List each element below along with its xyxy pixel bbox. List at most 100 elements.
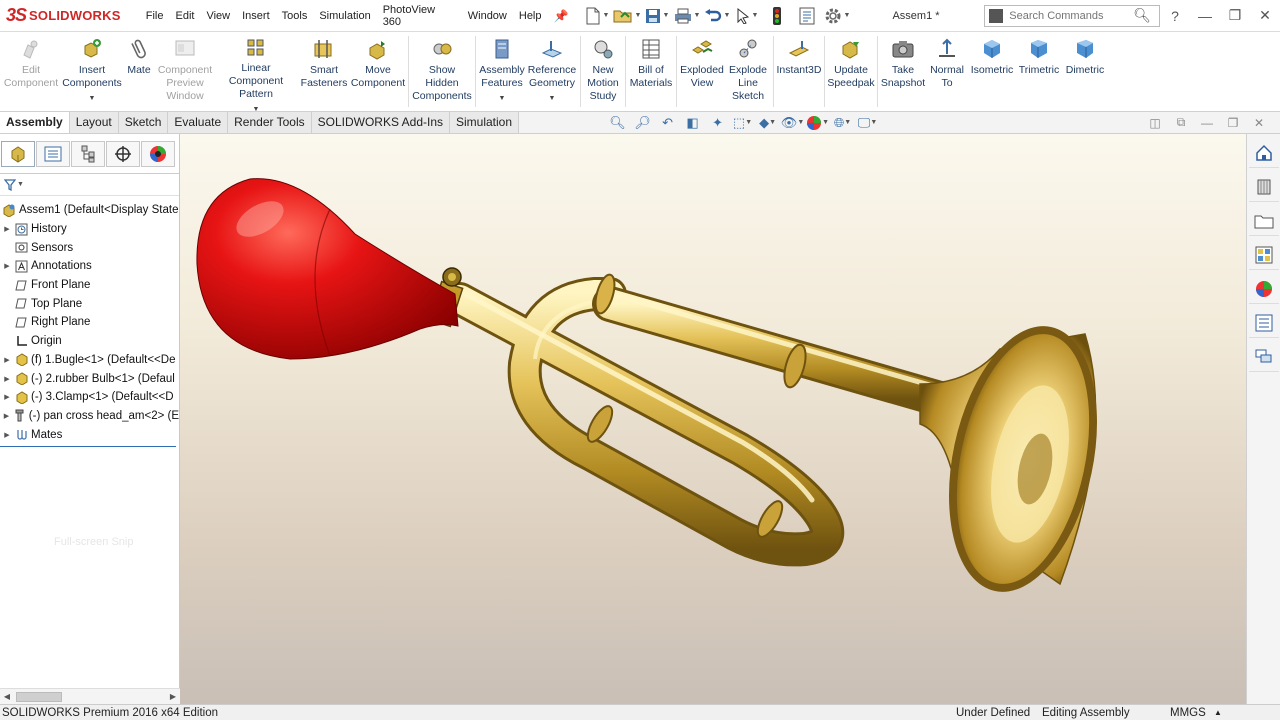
reference-geometry-dropdown-icon[interactable]: ▼ — [549, 92, 556, 105]
mate-button[interactable]: Mate — [122, 32, 156, 111]
edit-component-button[interactable]: Edit Component — [0, 32, 62, 111]
configuration-manager-tab[interactable] — [70, 140, 105, 167]
viewport-split-icon[interactable]: ◫ — [1142, 116, 1168, 130]
restore-icon[interactable]: ❐ — [1220, 7, 1250, 24]
solidworks-logo[interactable]: 3S SOLIDWORKS — [0, 0, 140, 32]
component-preview-button[interactable]: Component Preview Window — [156, 32, 214, 111]
zoom-to-area-button[interactable]: 🔎︎ — [630, 113, 655, 133]
tree-item-sensors[interactable]: Sensors — [0, 238, 179, 257]
tab-assembly[interactable]: Assembly — [0, 112, 70, 133]
menu-tools[interactable]: Tools — [276, 10, 314, 22]
graphics-area[interactable] — [180, 134, 1246, 704]
menu-edit[interactable]: Edit — [170, 10, 201, 22]
view-palette-tab[interactable] — [1249, 240, 1279, 270]
expand-arrow-icon[interactable]: ▶ — [2, 225, 12, 233]
previous-view-button[interactable]: ↶ — [655, 113, 680, 133]
menu-simulation[interactable]: Simulation — [313, 10, 376, 22]
tree-item-origin[interactable]: Origin — [0, 332, 179, 351]
search-input[interactable] — [1009, 9, 1130, 22]
tab-solidworks-add-ins[interactable]: SOLIDWORKS Add-Ins — [311, 112, 450, 133]
tab-simulation[interactable]: Simulation — [450, 112, 520, 133]
rebuild-button[interactable] — [762, 4, 792, 28]
menu-photoview[interactable]: PhotoView 360 — [377, 4, 462, 28]
display-style-button[interactable]: ◆ ▼ — [755, 113, 780, 133]
tree-item-front-plane[interactable]: Front Plane — [0, 276, 179, 295]
expand-arrow-icon[interactable]: ▶ — [2, 431, 12, 439]
expand-arrow-icon[interactable]: ▶ — [2, 356, 12, 364]
solidworks-resources-tab[interactable] — [1249, 138, 1279, 168]
move-component-button[interactable]: Move Component — [350, 32, 406, 111]
feature-manager-tab[interactable] — [0, 140, 35, 167]
tree-item-annotations[interactable]: ▶ Annotations — [0, 257, 179, 276]
new-motion-study-button[interactable]: New Motion Study — [583, 32, 623, 111]
instant3d-button[interactable]: Instant3D — [776, 32, 822, 111]
pin-icon[interactable]: 📌 — [554, 9, 569, 23]
minimize-icon[interactable]: — — [1190, 8, 1220, 24]
viewport-minimize-icon[interactable]: — — [1194, 116, 1220, 130]
dynamic-annotation-button[interactable]: ✦ — [705, 113, 730, 133]
units-caret-icon[interactable]: ▲ — [1214, 708, 1222, 717]
show-hidden-button[interactable]: Show Hidden Components — [411, 32, 473, 111]
zoom-to-fit-button[interactable]: 🔍︎ — [605, 113, 630, 133]
tab-sketch[interactable]: Sketch — [118, 112, 169, 133]
smart-fasteners-button[interactable]: Smart Fasteners — [298, 32, 350, 111]
take-snapshot-button[interactable]: Take Snapshot — [880, 32, 926, 111]
section-view-button[interactable]: ◧ — [680, 113, 705, 133]
viewport-restore-icon[interactable]: ❐ — [1220, 116, 1246, 130]
expand-arrow-icon[interactable]: ▶ — [2, 262, 12, 270]
file-properties-button[interactable] — [792, 4, 822, 28]
expand-arrow-icon[interactable]: ▶ — [2, 393, 12, 401]
tab-evaluate[interactable]: Evaluate — [168, 112, 229, 133]
save-button[interactable]: ▼ — [642, 4, 672, 28]
scroll-left-icon[interactable]: ◀ — [0, 692, 14, 701]
select-button[interactable]: ▼ — [732, 4, 762, 28]
filter-dropdown-icon[interactable]: ▼ — [17, 181, 24, 188]
open-button[interactable]: ▼ — [612, 4, 642, 28]
dimetric-button[interactable]: Dimetric — [1062, 32, 1108, 111]
property-manager-tab[interactable] — [35, 140, 70, 167]
menu-insert[interactable]: Insert — [236, 10, 276, 22]
edit-appearance-button[interactable]: ▼ — [805, 113, 830, 133]
normal-to-button[interactable]: Normal To — [926, 32, 968, 111]
expand-arrow-icon[interactable]: ▶ — [2, 375, 12, 383]
exploded-view-button[interactable]: Exploded View — [679, 32, 725, 111]
assembly-features-button[interactable]: Assembly Features ▼ — [478, 32, 526, 111]
tree-item-mates[interactable]: ▶ Mates — [0, 425, 179, 444]
tab-layout[interactable]: Layout — [69, 112, 119, 133]
menu-view[interactable]: View — [200, 10, 236, 22]
insert-components-dropdown-icon[interactable]: ▼ — [89, 92, 96, 105]
tab-render-tools[interactable]: Render Tools — [228, 112, 312, 133]
rollback-bar[interactable] — [0, 445, 176, 447]
tree-root-assembly[interactable]: Assem1 (Default<Display State- — [0, 201, 179, 220]
update-speedpak-button[interactable]: Update Speedpak — [827, 32, 875, 111]
dimxpert-manager-tab[interactable] — [105, 140, 140, 167]
apply-scene-button[interactable]: 🌐︎ ▼ — [830, 113, 855, 133]
menu-file[interactable]: File — [140, 10, 170, 22]
tree-item-clamp[interactable]: ▶ (-) 3.Clamp<1> (Default<<D — [0, 388, 179, 407]
assembly-features-dropdown-icon[interactable]: ▼ — [499, 92, 506, 105]
units-selector[interactable]: MMGS — [1170, 707, 1206, 719]
scroll-right-icon[interactable]: ▶ — [166, 692, 180, 701]
search-commands-box[interactable]: 🔍︎ — [984, 4, 1160, 27]
menu-help[interactable]: Help — [513, 10, 548, 22]
help-icon[interactable]: ? — [1160, 8, 1190, 24]
custom-properties-tab[interactable] — [1249, 308, 1279, 338]
scroll-thumb[interactable] — [16, 691, 62, 702]
search-icon[interactable]: 🔍︎ — [1133, 7, 1151, 24]
tree-item-rubber-bulb[interactable]: ▶ (-) 2.rubber Bulb<1> (Defaul — [0, 369, 179, 388]
bugle-horn-model[interactable] — [180, 134, 1246, 704]
new-document-button[interactable]: ▼ — [582, 4, 612, 28]
tree-item-pan-cross-head[interactable]: ▶ (-) pan cross head_am<2> (E — [0, 407, 179, 426]
tree-item-right-plane[interactable]: Right Plane — [0, 313, 179, 332]
tree-item-bugle[interactable]: ▶ (f) 1.Bugle<1> (Default<<De — [0, 351, 179, 370]
explode-line-sketch-button[interactable]: Explode Line Sketch — [725, 32, 771, 111]
bill-of-materials-button[interactable]: Bill of Materials — [628, 32, 674, 111]
viewport-link-icon[interactable]: ⧉ — [1168, 115, 1194, 130]
insert-components-button[interactable]: Insert Components ▼ — [62, 32, 122, 111]
appearances-tab[interactable] — [1249, 274, 1279, 304]
view-settings-button[interactable]: 🖵︎ ▼ — [855, 113, 880, 133]
options-button[interactable]: ▼ — [822, 4, 852, 28]
hide-show-items-button[interactable]: 👁︎ ▼ — [780, 113, 805, 133]
print-button[interactable]: ▼ — [672, 4, 702, 28]
menu-window[interactable]: Window — [462, 10, 513, 22]
